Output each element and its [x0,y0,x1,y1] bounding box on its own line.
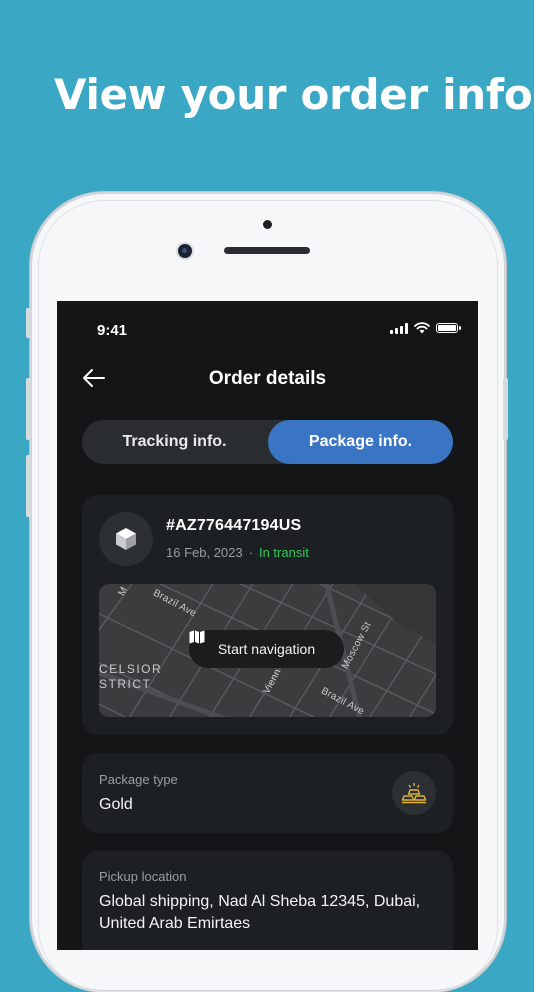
order-status: In transit [258,545,309,560]
order-date: 16 Feb, 2023 [166,545,243,560]
package-type-card: Package type Gold [82,753,453,833]
volume-down-button [26,455,31,517]
volume-up-button [26,378,31,440]
gold-icon-badge [392,771,436,815]
info-tabs: Tracking info. Package info. [82,420,453,464]
power-button [503,378,508,440]
status-icons [390,322,461,334]
tab-tracking-info[interactable]: Tracking info. [82,420,267,464]
order-meta: 16 Feb, 2023 · In transit [166,545,309,560]
battery-icon [436,323,461,333]
start-navigation-button[interactable]: Start navigation [189,630,344,668]
map-icon [189,630,205,644]
headline: View your order info [54,70,533,119]
pickup-location-card: Pickup location Global shipping, Nad Al … [82,851,453,950]
district-label-line1: CELSIOR [99,662,163,676]
page-title: Order details [208,368,327,389]
pickup-location-value: Global shipping, Nad Al Sheba 12345, Dub… [99,893,421,932]
gold-bars-icon [401,783,427,804]
mute-switch [26,308,31,338]
tab-package-info[interactable]: Package info. [268,420,453,464]
sensor-dot [263,220,272,229]
status-time: 9:41 [97,322,128,339]
earpiece-speaker [224,247,310,254]
meta-separator: · [248,545,253,560]
package-box-icon [116,528,136,550]
order-card: #AZ776447194US 16 Feb, 2023 · In transit [82,495,453,735]
district-label-line2: STRICT [99,677,152,691]
package-icon-badge [99,512,153,566]
phone-screen: 9:41 Order details Tracking info. Packag… [57,301,478,950]
pickup-location-label: Pickup location [99,869,187,884]
start-navigation-label: Start navigation [217,641,316,657]
order-id: #AZ776447194US [166,517,302,534]
signal-icon [390,322,408,334]
front-camera [178,244,192,258]
package-type-label: Package type [99,772,178,787]
wifi-icon [414,322,430,334]
route-map[interactable]: M Brazil Ave Moscow St Vienn Brazil Ave … [99,584,436,717]
package-type-value: Gold [99,796,133,813]
